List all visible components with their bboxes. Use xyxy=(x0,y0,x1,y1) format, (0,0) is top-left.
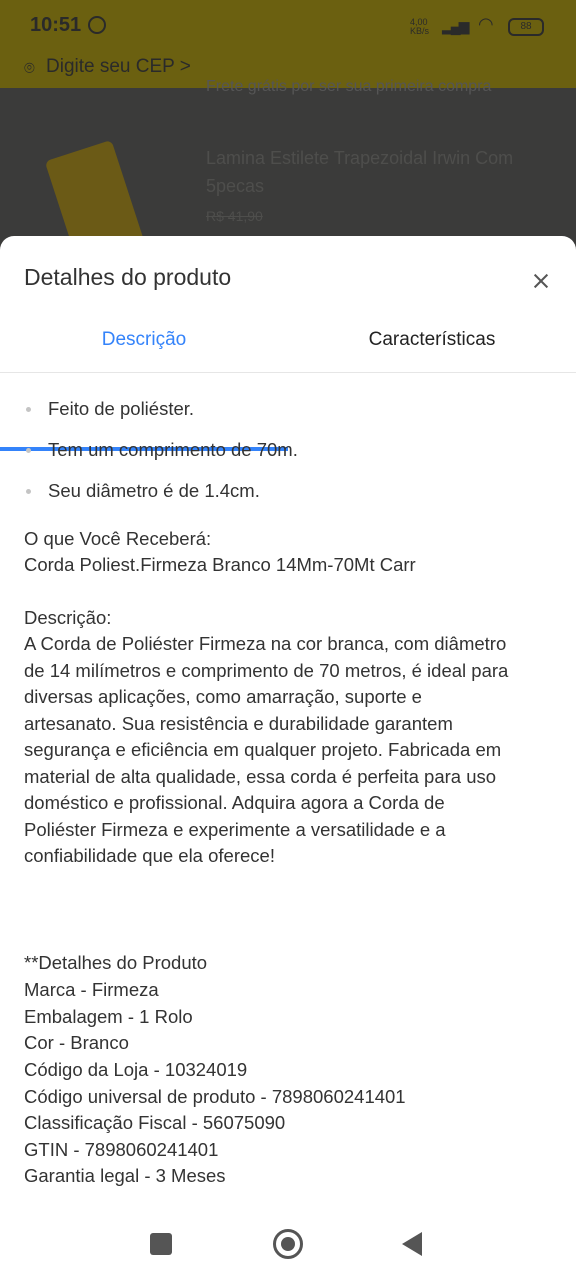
description-line: A Corda de Poliéster Firmeza na cor bran… xyxy=(24,633,507,654)
cep-label: Digite seu CEP > xyxy=(46,56,191,77)
whatsapp-icon xyxy=(88,16,106,34)
product-title: Lamina Estilete Trapezoidal Irwin Com 5p… xyxy=(206,148,514,196)
receive-item: Corda Poliest.Firmeza Branco 14Mm-70Mt C… xyxy=(24,554,416,575)
list-item: Seu diâmetro é de 1.4cm. xyxy=(24,480,554,521)
receive-heading: O que Você Receberá: xyxy=(24,528,212,549)
details-line: Classificação Fiscal - 56075090 xyxy=(24,1112,286,1133)
recents-icon[interactable] xyxy=(150,1233,172,1255)
details-line: Código universal de produto - 7898060241… xyxy=(24,1086,406,1107)
description-line: Poliéster Firmeza e experimente a versat… xyxy=(24,819,446,840)
wifi-icon: ◠ xyxy=(478,14,494,34)
product-old-price: R$ 41,90 xyxy=(206,208,263,224)
description-line: artesanato. Sua resistência e durabilida… xyxy=(24,713,453,734)
list-item: Feito de poliéster. xyxy=(24,398,554,439)
close-icon[interactable] xyxy=(526,266,556,296)
status-bar: 10:51 4,00 KB/s ▂▄▆ ◠ 88 xyxy=(0,0,576,54)
location-pin-icon: ⌾ xyxy=(24,58,35,78)
product-details-sheet: Detalhes do produto Descrição Caracterís… xyxy=(0,236,576,1280)
back-icon[interactable] xyxy=(402,1232,422,1256)
tab-bar: Descrição Características xyxy=(0,316,576,451)
bullet-icon xyxy=(26,448,31,453)
tab-descricao[interactable]: Descrição xyxy=(0,316,288,372)
battery-icon: 88 xyxy=(508,18,544,36)
sheet-title: Detalhes do produto xyxy=(24,264,232,290)
network-speed: 4,00 KB/s xyxy=(410,17,430,36)
bullet-icon xyxy=(26,407,31,412)
details-line: Código da Loja - 10324019 xyxy=(24,1059,248,1080)
promo-text: Frete grátis por ser sua primeira compra xyxy=(206,78,492,95)
feature-list: Feito de poliéster. Tem um comprimento d… xyxy=(24,398,554,521)
home-icon[interactable] xyxy=(273,1229,303,1259)
description-line: doméstico e profissional. Adquira agora … xyxy=(24,792,445,813)
details-line: GTIN - 7898060241401 xyxy=(24,1139,219,1160)
details-line: Marca - Firmeza xyxy=(24,979,159,1000)
description-line: segurança e eficiência em qualquer proje… xyxy=(24,739,502,760)
system-navigation-bar xyxy=(0,1210,576,1280)
status-time: 10:51 xyxy=(30,14,82,36)
description-line: diversas aplicações, como amarração, sup… xyxy=(24,686,422,707)
signal-icon: ▂▄▆ xyxy=(442,18,469,34)
battery-level: 88 xyxy=(520,21,532,32)
description-line: confiabilidade que ela oferece! xyxy=(24,845,275,866)
bullet-icon xyxy=(26,489,31,494)
details-line: Embalagem - 1 Rolo xyxy=(24,1006,193,1027)
tab-caracteristicas[interactable]: Características xyxy=(288,316,576,372)
description-heading: Descrição: xyxy=(24,607,112,628)
details-line: **Detalhes do Produto xyxy=(24,952,208,973)
description-line: material de alta qualidade, essa corda é… xyxy=(24,766,497,787)
list-item: Tem um comprimento de 70m. xyxy=(24,439,554,480)
description-line: de 14 milímetros e comprimento de 70 met… xyxy=(24,660,509,681)
details-line: Cor - Branco xyxy=(24,1032,129,1053)
details-line: Garantia legal - 3 Meses xyxy=(24,1165,226,1186)
